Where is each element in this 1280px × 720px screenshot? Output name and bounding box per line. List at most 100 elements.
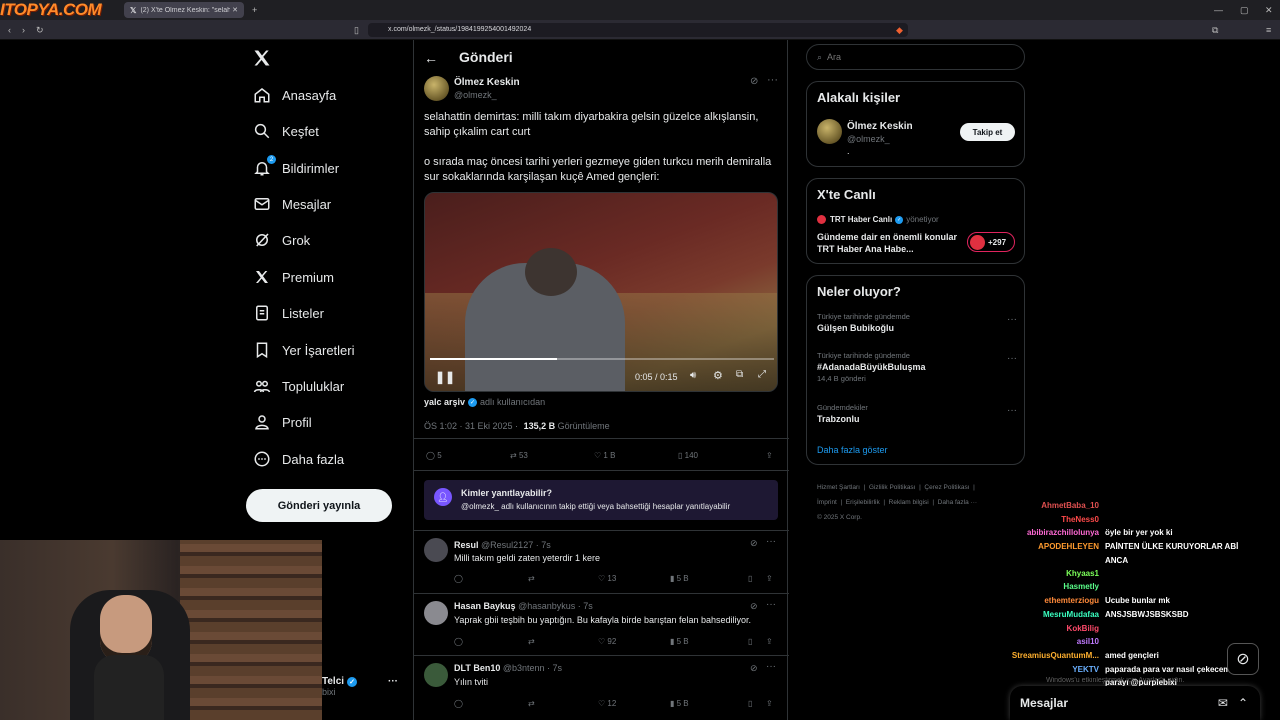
bookmark-icon[interactable]: ▯ [748, 637, 766, 646]
messages-drawer[interactable]: Mesajlar ✉ ⌃ [1010, 686, 1260, 720]
live-host[interactable]: TRT Haber Canlı ✓ yönetiyor [817, 215, 939, 224]
reply-handle[interactable]: @Resul2127 · 7s [481, 540, 551, 550]
grok-icon[interactable]: ⊘ [750, 538, 758, 549]
repost-icon[interactable]: ⇄ [528, 574, 598, 583]
grok-icon[interactable]: ⊘ [750, 663, 758, 674]
share-icon[interactable]: ⇪ [766, 574, 773, 583]
footer-line[interactable]: Hizmet Şartları | Gizlilik Politikası | … [817, 480, 1027, 495]
like-button[interactable]: ♡ 92 [598, 637, 670, 646]
related-name[interactable]: Ölmez Keskin [847, 121, 913, 132]
brave-shield-icon[interactable]: ◆ [896, 20, 903, 40]
trend-item[interactable]: Türkiye tarihinde gündemde #AdanadaBüyük… [817, 351, 1017, 383]
nav-messages[interactable]: Mesajlar [252, 189, 331, 219]
related-avatar[interactable] [817, 119, 842, 144]
more-icon[interactable]: ··· [766, 661, 776, 672]
nav-notifications[interactable]: 2 Bildirimler [252, 153, 339, 183]
url-field[interactable]: x.com/olmezk_/status/1984199254001492024 [368, 23, 908, 37]
reply-avatar[interactable] [424, 663, 448, 687]
reply-handle[interactable]: @hasanbykus · 7s [518, 601, 593, 611]
reload-icon[interactable]: ↻ [36, 20, 44, 40]
nav-premium[interactable]: Premium [252, 262, 334, 292]
views-button[interactable]: ▮ 5 B [670, 699, 748, 708]
reply-icon[interactable]: ◯ [454, 574, 528, 583]
author-avatar[interactable] [424, 76, 449, 101]
new-tab-icon[interactable]: + [252, 0, 257, 20]
more-icon[interactable]: ··· [1007, 314, 1017, 325]
repost-icon[interactable]: ⇄ [528, 637, 598, 646]
maximize-icon[interactable]: ▢ [1240, 0, 1249, 20]
close-tab-icon[interactable]: ✕ [232, 6, 238, 14]
browser-tab[interactable]: 𝕏 (2) X'te Ölmez Keskin: "selah ✕ [124, 2, 244, 18]
video-progress-track[interactable] [430, 358, 774, 360]
x-logo-icon[interactable] [252, 48, 272, 68]
video-player[interactable]: ❚❚ 0:05 / 0:15 🔊︎ ⚙ ⧉ ⤢ [424, 192, 778, 392]
related-handle[interactable]: @olmezk_ [847, 134, 890, 144]
nav-profile[interactable]: Profil [252, 407, 312, 437]
bookmark-page-icon[interactable]: ▯ [354, 20, 359, 40]
trend-item[interactable]: Türkiye tarihinde gündemde Gülşen Bubiko… [817, 312, 1017, 333]
reply-icon[interactable]: ◯ [454, 699, 528, 708]
like-button[interactable]: ♡ 12 [598, 699, 670, 708]
reply-icon[interactable]: ◯ [454, 637, 528, 646]
reply-avatar[interactable] [424, 601, 448, 625]
author-handle[interactable]: @olmezk_ [454, 90, 497, 100]
pause-icon[interactable]: ❚❚ [435, 370, 455, 384]
search-input[interactable] [827, 52, 998, 62]
tweet-time[interactable]: ÖS 1:02 · 31 Eki 2025 · [424, 421, 518, 431]
minimize-icon[interactable]: — [1214, 0, 1223, 20]
grok-icon[interactable]: ⊘ [750, 76, 758, 87]
more-icon[interactable]: ··· [767, 74, 778, 86]
like-button[interactable]: ♡ 13 [598, 574, 670, 583]
nav-grok[interactable]: Grok [252, 225, 310, 255]
reply-avatar[interactable] [424, 538, 448, 562]
pip-icon[interactable]: ⧉ [736, 369, 743, 380]
nav-more[interactable]: Daha fazla [252, 444, 344, 474]
reply-item[interactable]: Hasan Baykuş @hasanbykus · 7s ⊘ ··· Yapr… [414, 595, 789, 655]
more-icon[interactable]: ··· [766, 536, 776, 547]
reply-handle[interactable]: @b3ntenn · 7s [503, 663, 562, 673]
views-button[interactable]: ▮ 5 B [670, 637, 748, 646]
live-listeners[interactable]: +297 [967, 232, 1015, 252]
source-name[interactable]: yalc arşiv [424, 397, 465, 407]
reply-author[interactable]: Hasan Baykuş [454, 601, 516, 611]
bookmark-icon[interactable]: ▯ [748, 699, 766, 708]
views-button[interactable]: ▮ 5 B [670, 574, 748, 583]
author-name[interactable]: Ölmez Keskin [454, 77, 520, 88]
more-icon[interactable]: ··· [1007, 353, 1017, 364]
trend-item[interactable]: Gündemdekiler Trabzonlu ··· [817, 403, 1017, 424]
repost-button[interactable]: ⇄ 53 [510, 451, 594, 460]
nav-bookmarks[interactable]: Yer İşaretleri [252, 335, 355, 365]
nav-communities[interactable]: Topluluklar [252, 371, 344, 401]
more-icon[interactable]: ··· [388, 676, 398, 687]
reply-author[interactable]: Resul [454, 540, 479, 550]
repost-icon[interactable]: ⇄ [528, 699, 598, 708]
post-button[interactable]: Gönderi yayınla [246, 489, 392, 522]
reply-item[interactable]: Resul @Resul2127 · 7s ⊘ ··· Milli takım … [414, 532, 789, 592]
nav-explore[interactable]: Keşfet [252, 116, 319, 146]
nav-home[interactable]: Anasayfa [252, 80, 336, 110]
grok-floating-button[interactable]: ⊘ [1227, 643, 1259, 675]
settings-icon[interactable]: ⚙ [713, 369, 723, 382]
menu-icon[interactable]: ≡ [1266, 20, 1271, 40]
follow-button[interactable]: Takip et [960, 123, 1015, 141]
like-button[interactable]: ♡ 1 B [594, 451, 678, 460]
volume-icon[interactable]: 🔊︎ [690, 370, 696, 381]
show-more-link[interactable]: Daha fazla göster [817, 445, 888, 455]
back-icon[interactable]: ‹ [8, 20, 11, 40]
share-icon[interactable]: ⇪ [766, 699, 773, 708]
search-box[interactable]: ⌕ [806, 44, 1025, 70]
account-switcher[interactable]: Telci ✓ ··· bixi [322, 676, 402, 706]
extensions-icon[interactable]: ⧉ [1212, 20, 1218, 40]
more-icon[interactable]: ··· [1007, 405, 1017, 416]
reply-item[interactable]: DLT Ben10 @b3ntenn · 7s ⊘ ··· Yılın tvit… [414, 657, 789, 719]
share-icon[interactable]: ⇪ [766, 637, 773, 646]
grok-icon[interactable]: ⊘ [750, 601, 758, 612]
reply-button[interactable]: ◯ 5 [426, 451, 510, 460]
live-text[interactable]: Gündeme dair en önemli konular TRT Haber… [817, 231, 962, 255]
new-message-icon[interactable]: ✉ [1218, 696, 1228, 710]
bookmark-button[interactable]: ▯ 140 [678, 451, 766, 460]
bookmark-icon[interactable]: ▯ [748, 574, 766, 583]
collapse-icon[interactable]: ⌃ [1238, 696, 1248, 710]
reply-author[interactable]: DLT Ben10 [454, 663, 500, 673]
share-icon[interactable]: ⇪ [766, 451, 773, 460]
